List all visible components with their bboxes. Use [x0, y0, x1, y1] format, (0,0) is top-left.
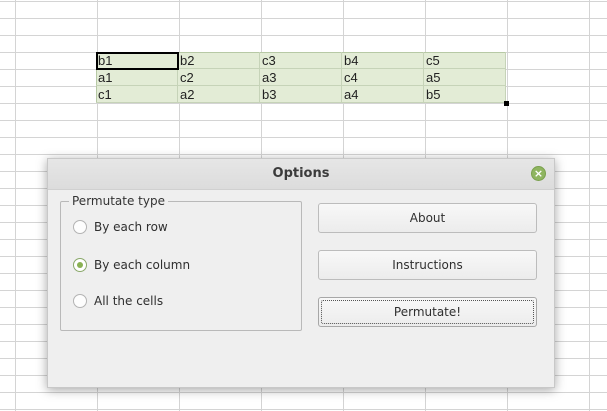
- active-cell-cursor: [96, 52, 179, 70]
- focus-ring: [321, 300, 534, 324]
- close-icon[interactable]: ×: [531, 166, 546, 181]
- cell-b3[interactable]: a2: [178, 86, 260, 103]
- cell-e3[interactable]: b5: [424, 86, 506, 103]
- cell-c2[interactable]: a3: [260, 69, 342, 86]
- fill-handle[interactable]: [504, 101, 509, 106]
- dialog-titlebar[interactable]: Options ×: [48, 159, 554, 190]
- radio-label[interactable]: By each column: [94, 256, 190, 274]
- cell-b1[interactable]: b2: [178, 52, 260, 69]
- cell-c3[interactable]: b3: [260, 86, 342, 103]
- radio-button[interactable]: [73, 258, 87, 272]
- cell-d2[interactable]: c4: [342, 69, 424, 86]
- options-dialog: Options × Permutate type By each row By …: [47, 158, 555, 388]
- cell-b2[interactable]: c2: [178, 69, 260, 86]
- radio-button[interactable]: [73, 220, 87, 234]
- cell-c1[interactable]: c3: [260, 52, 342, 69]
- cell-a2[interactable]: a1: [96, 69, 178, 86]
- permutate-button[interactable]: Permutate!: [318, 297, 537, 327]
- dialog-title: Options: [272, 166, 330, 181]
- permutate-type-group: Permutate type By each row By each colum…: [60, 193, 302, 331]
- cell-e1[interactable]: c5: [424, 52, 506, 69]
- radio-button[interactable]: [73, 294, 87, 308]
- cell-a3[interactable]: c1: [96, 86, 178, 103]
- cell-d3[interactable]: a4: [342, 86, 424, 103]
- instructions-button[interactable]: Instructions: [318, 250, 537, 280]
- group-title: Permutate type: [69, 193, 168, 209]
- radio-label[interactable]: All the cells: [94, 292, 163, 310]
- about-button[interactable]: About: [318, 203, 537, 233]
- cell-e2[interactable]: a5: [424, 69, 506, 86]
- radio-label[interactable]: By each row: [94, 218, 168, 236]
- cell-d1[interactable]: b4: [342, 52, 424, 69]
